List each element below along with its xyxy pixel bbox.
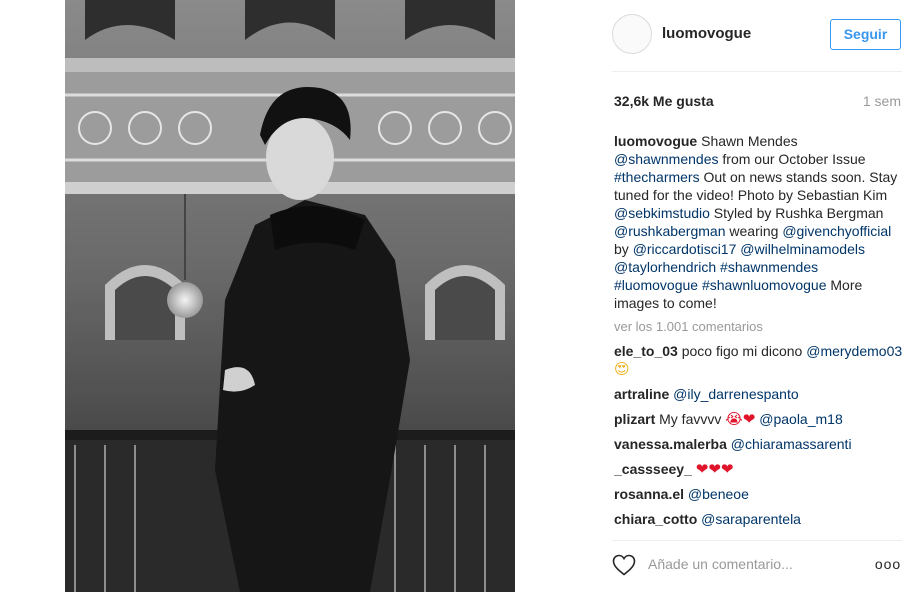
more-options-icon[interactable]: ooo (874, 553, 902, 575)
heart-eyes-emoji-icon: 😍 (614, 360, 630, 378)
comment-footer: ooo (612, 540, 902, 584)
comment-item: artraline @ily_darrenespanto (614, 385, 904, 403)
mention-link[interactable]: @shawnmendes (614, 151, 719, 167)
mention-link[interactable]: @ily_darrenespanto (673, 386, 799, 402)
comment-username[interactable]: ele_to_03 (614, 343, 678, 359)
hashtag-link[interactable]: #shawnmendes (720, 259, 818, 275)
mention-link[interactable]: @beneoe (688, 486, 749, 502)
mention-link[interactable]: @sebkimstudio (614, 205, 710, 221)
comment-item: ele_to_03 poco figo mi dicono @merydemo0… (614, 342, 904, 378)
caption-text: wearing (725, 223, 783, 239)
caption: luomovogue Shawn Mendes @shawnmendes fro… (614, 132, 904, 312)
crying-heart-emoji-icon: 😭❤ (725, 410, 756, 428)
comment-username[interactable]: _cassseey_ (614, 461, 692, 477)
caption-text: Styled by Rushka Bergman (709, 205, 884, 221)
mention-link[interactable]: @saraparentela (701, 511, 801, 527)
comment-item: _cassseey_ ❤❤❤ (614, 460, 904, 478)
comment-username[interactable]: artraline (614, 386, 669, 402)
mention-link[interactable]: @merydemo03 (806, 343, 902, 359)
mention-link[interactable]: @riccardotisci17 (633, 241, 737, 257)
post-photo[interactable] (65, 0, 515, 592)
view-all-comments-link[interactable]: ver los 1.001 comentarios (614, 318, 904, 336)
hashtag-link[interactable]: #luomovogue (614, 277, 698, 293)
comment-username[interactable]: rosanna.el (614, 486, 684, 502)
hashtag-link[interactable]: #shawnluomovogue (702, 277, 827, 293)
photo-pane (0, 0, 598, 592)
caption-text: Shawn Mendes (697, 133, 798, 149)
post-time[interactable]: 1 sem (863, 93, 901, 109)
heart-emoji-icon: ❤❤❤ (695, 460, 734, 478)
comment-item: plizart My favvvv 😭❤ @paola_m18 (614, 410, 904, 428)
mention-link[interactable]: @paola_m18 (755, 411, 843, 427)
comments-list[interactable]: luomovogue Shawn Mendes @shawnmendes fro… (614, 132, 904, 528)
comment-item: chiara_cotto @saraparentela (614, 510, 904, 528)
comment-username[interactable]: vanessa.malerba (614, 436, 727, 452)
username-link[interactable]: luomovogue (662, 25, 751, 42)
comment-item: rosanna.el @beneoe (614, 485, 904, 503)
post-header: luomovogue Seguir (612, 0, 902, 72)
follow-button[interactable]: Seguir (830, 19, 901, 50)
likes-row: 32,6k Me gusta 1 sem (614, 93, 901, 113)
comment-username[interactable]: plizart (614, 411, 655, 427)
caption-text: by (614, 241, 633, 257)
heart-outline-icon[interactable] (612, 554, 638, 576)
avatar[interactable] (612, 14, 652, 54)
mention-link[interactable]: @givenchyofficial (782, 223, 891, 239)
caption-text: from our October Issue (718, 151, 866, 167)
caption-username[interactable]: luomovogue (614, 133, 697, 149)
photo-image (65, 0, 515, 592)
post-sidebar: luomovogue Seguir 32,6k Me gusta 1 sem l… (598, 0, 908, 592)
mention-link[interactable]: @wilhelminamodels (740, 241, 865, 257)
mention-link[interactable]: @taylorhendrich (614, 259, 716, 275)
mention-link[interactable]: @rushkabergman (614, 223, 726, 239)
mention-link[interactable]: @chiaramassarenti (731, 436, 852, 452)
comment-item: vanessa.malerba @chiaramassarenti (614, 435, 904, 453)
likes-count[interactable]: 32,6k Me gusta (614, 93, 714, 109)
comment-text: My favvvv (655, 411, 726, 427)
comment-text: poco figo mi dicono (677, 343, 807, 359)
comment-input[interactable] (648, 553, 858, 575)
hashtag-link[interactable]: #thecharmers (614, 169, 700, 185)
comment-username[interactable]: chiara_cotto (614, 511, 697, 527)
